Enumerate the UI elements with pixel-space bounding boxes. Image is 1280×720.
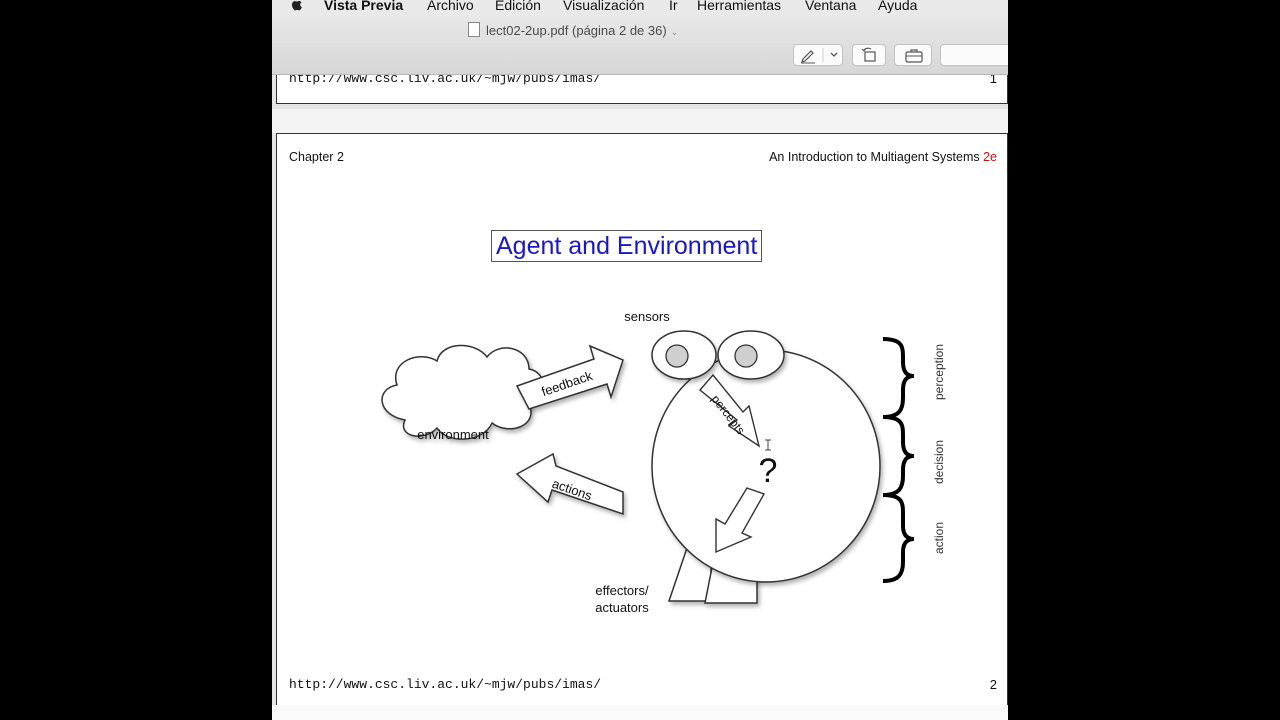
menu-visualizacion[interactable]: Visualización — [563, 0, 644, 13]
menu-app-name[interactable]: Vista Previa — [324, 0, 403, 13]
rotate-button[interactable] — [852, 44, 886, 66]
perception-text: perception — [932, 344, 946, 400]
action-brace: action — [882, 493, 946, 583]
page-number: 1 — [989, 75, 997, 86]
page-number: 2 — [989, 677, 997, 692]
perception-brace: perception — [882, 337, 946, 419]
pen-icon — [801, 48, 838, 64]
menu-herramientas[interactable]: Herramientas — [697, 0, 781, 13]
menu-ayuda[interactable]: Ayuda — [878, 0, 917, 13]
page-footer-url: http://www.csc.liv.ac.uk/~mjw/pubs/imas/ — [289, 677, 602, 692]
pdf-file-icon — [468, 22, 480, 37]
left-eye-icon — [665, 344, 689, 368]
menu-archivo[interactable]: Archivo — [427, 0, 474, 13]
environment-text: environment — [417, 427, 489, 442]
sensors-text: sensors — [624, 309, 670, 324]
window-title[interactable]: lect02-2up.pdf (página 2 de 36) ⌄ — [468, 22, 678, 38]
apple-icon[interactable] — [290, 0, 302, 11]
page-separator — [272, 109, 1008, 133]
effectors-text: effectors/ — [595, 583, 649, 598]
page-separator — [272, 705, 1008, 720]
menu-ventana[interactable]: Ventana — [805, 0, 856, 13]
toolbox-button[interactable] — [894, 44, 932, 66]
window-title-text: lect02-2up.pdf (página 2 de 36) — [486, 23, 667, 38]
environment-cloud: environment — [381, 344, 544, 442]
rotate-icon — [861, 47, 876, 62]
actions-arrow: actions — [515, 452, 624, 516]
document-view[interactable]: http://www.csc.liv.ac.uk/~mjw/pubs/imas/… — [272, 75, 1008, 720]
toolbox-icon — [905, 49, 923, 63]
menu-bar: Vista Previa Archivo Edición Visualizaci… — [272, 0, 1008, 16]
menu-ir[interactable]: Ir — [669, 0, 678, 13]
decision-brace: decision — [882, 415, 946, 497]
page-footer-url: http://www.csc.liv.ac.uk/~mjw/pubs/imas/ — [289, 75, 602, 86]
decision-text: decision — [932, 440, 946, 484]
menu-edicion[interactable]: Edición — [495, 0, 541, 13]
markup-button[interactable] — [793, 44, 843, 66]
pdf-page-2: Chapter 2 An Introduction to Multiagent … — [276, 133, 1008, 707]
sensors-label: sensors — [624, 309, 670, 324]
right-eye-icon — [734, 344, 758, 368]
actuators-text: actuators — [595, 600, 649, 615]
agent-environment-diagram: sensors environment feedback actions per… — [381, 309, 946, 615]
decision-question-mark: ? — [759, 452, 778, 490]
search-field[interactable] — [940, 44, 1008, 66]
chevron-down-icon: ⌄ — [670, 27, 679, 37]
pdf-page-1: http://www.csc.liv.ac.uk/~mjw/pubs/imas/… — [276, 75, 1008, 104]
action-text: action — [932, 522, 946, 554]
preview-window: Vista Previa Archivo Edición Visualizaci… — [272, 0, 1008, 720]
toolbar: lect02-2up.pdf (página 2 de 36) ⌄ — [272, 16, 1008, 75]
